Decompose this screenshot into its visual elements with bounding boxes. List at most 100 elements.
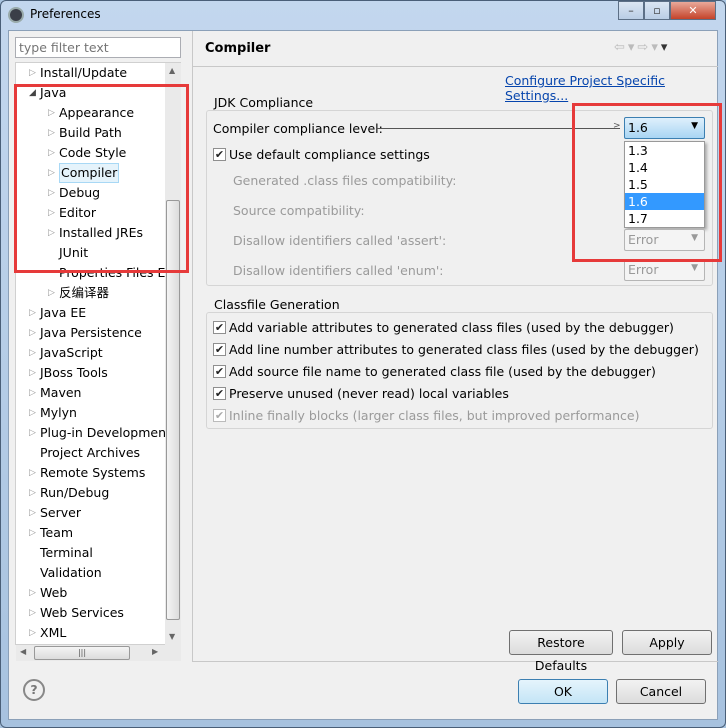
compliance-level-label: Compiler compliance level: (213, 121, 383, 136)
collapsed-arrow-icon[interactable]: ▷ (29, 303, 36, 323)
header-separator (193, 66, 718, 67)
tree-item[interactable]: ▷ JBoss Tools (16, 363, 180, 383)
collapsed-arrow-icon[interactable]: ▷ (29, 463, 36, 483)
classfile-checkbox[interactable]: ✔ (213, 321, 226, 334)
window-title: Preferences (30, 7, 101, 21)
configure-project-settings-link[interactable]: Configure Project Specific Settings... (505, 73, 726, 103)
view-menu-icon[interactable]: ▾ (661, 40, 671, 55)
tree-item[interactable]: ▷ Server (16, 503, 180, 523)
tree-item[interactable]: ▷ Java EE (16, 303, 180, 323)
tree-item-label: Java Persistence (40, 325, 142, 340)
tree-item-label: Java EE (40, 305, 87, 320)
collapsed-arrow-icon[interactable]: ▷ (29, 483, 36, 503)
enum-combo[interactable]: Error ▼ (624, 259, 705, 281)
tree-item[interactable]: Validation (16, 563, 180, 583)
help-icon[interactable]: ? (23, 679, 45, 701)
highlight-box (572, 103, 722, 262)
tree-item-label: Web Services (40, 605, 124, 620)
tree-item[interactable]: ▷ Install/Update (16, 63, 180, 83)
tree-item[interactable]: ▷ JavaScript (16, 343, 180, 363)
jdk-compliance-label: JDK Compliance (213, 95, 315, 110)
classfile-checkbox[interactable]: ✔ (213, 409, 226, 422)
tree-item-label: 反编译器 (59, 285, 110, 300)
collapsed-arrow-icon[interactable]: ▷ (29, 523, 36, 543)
tree-item-label: Run/Debug (40, 485, 110, 500)
apply-button[interactable]: Apply (622, 630, 712, 655)
classfile-checkbox[interactable]: ✔ (213, 365, 226, 378)
use-default-checkbox[interactable]: ✔ (213, 148, 226, 161)
tree-item[interactable]: ▷ Java Persistence (16, 323, 180, 343)
chevron-down-icon: ▼ (691, 263, 698, 273)
ok-button[interactable]: OK (518, 679, 608, 704)
use-default-label: Use default compliance settings (229, 147, 430, 162)
cancel-button[interactable]: Cancel (616, 679, 706, 704)
highlight-box (14, 84, 189, 273)
filter-input[interactable] (15, 37, 181, 58)
restore-defaults-button[interactable]: Restore Defaults (509, 630, 613, 673)
tree-item-label: Project Archives (40, 445, 141, 460)
tree-item[interactable]: Project Archives (16, 443, 180, 463)
maximize-button[interactable]: ▫ (644, 1, 670, 20)
tree-item[interactable]: ▷ Team (16, 523, 180, 543)
scroll-left-icon[interactable]: ◀ (20, 647, 26, 656)
tree-item-label: Maven (40, 385, 82, 400)
scroll-up-icon[interactable]: ▲ (169, 66, 175, 75)
classfile-option-label: Preserve unused (never read) local varia… (229, 386, 509, 401)
classfile-option-label: Add variable attributes to generated cla… (229, 320, 674, 335)
tree-item-label: Terminal (40, 545, 93, 560)
collapsed-arrow-icon[interactable]: ▷ (29, 363, 36, 383)
tree-item-label: Web (40, 585, 68, 600)
tree-item-label: Server (40, 505, 81, 520)
scroll-right-icon[interactable]: ▶ (152, 647, 158, 656)
collapsed-arrow-icon[interactable]: ▷ (29, 503, 36, 523)
classfile-option-label: Add line number attributes to generated … (229, 342, 699, 357)
tree-item[interactable]: ▷ Mylyn (16, 403, 180, 423)
tree-item-label: Plug-in Development (40, 425, 171, 440)
back-icon[interactable]: ⇦▾ (614, 40, 637, 55)
tree-item-label: Validation (40, 565, 102, 580)
tree-item-label: Mylyn (40, 405, 77, 420)
tree-item[interactable]: ▷ 反编译器 (16, 283, 180, 303)
classfile-option-label: Add source file name to generated class … (229, 364, 656, 379)
tree-item-label: Remote Systems (40, 465, 146, 480)
classfile-checkbox[interactable]: ✔ (213, 343, 226, 356)
classfile-checkbox[interactable]: ✔ (213, 387, 226, 400)
collapsed-arrow-icon[interactable]: ▷ (29, 383, 36, 403)
tree-item[interactable]: ▷ XML (16, 623, 180, 643)
enum-label: Disallow identifiers called 'enum': (233, 263, 444, 278)
eclipse-icon (8, 7, 24, 23)
collapsed-arrow-icon[interactable]: ▷ (29, 403, 36, 423)
scroll-down-icon[interactable]: ▼ (169, 632, 175, 641)
generated-compat-label: Generated .class files compatibility: (233, 173, 457, 188)
tree-item-label: JBoss Tools (40, 365, 108, 380)
panel-divider[interactable] (192, 31, 193, 662)
page-title: Compiler (205, 41, 271, 56)
collapsed-arrow-icon[interactable]: ▷ (29, 323, 36, 343)
horizontal-scroll-thumb[interactable]: ||| (34, 646, 130, 660)
tree-item[interactable]: ▷ Plug-in Development (16, 423, 180, 443)
minimize-button[interactable]: – (618, 1, 644, 20)
collapsed-arrow-icon[interactable]: ▷ (29, 623, 36, 643)
collapsed-arrow-icon[interactable]: ▷ (29, 63, 36, 83)
tree-item[interactable]: ▷ Web Services (16, 603, 180, 623)
assert-label: Disallow identifiers called 'assert': (233, 233, 447, 248)
tree-item-label: Team (40, 525, 74, 540)
collapsed-arrow-icon[interactable]: ▷ (29, 423, 36, 443)
collapsed-arrow-icon[interactable]: ▷ (48, 283, 55, 303)
footer-separator (193, 661, 718, 662)
tree-item[interactable]: ▷ Run/Debug (16, 483, 180, 503)
tree-item-label: XML (40, 625, 67, 640)
close-button[interactable]: ✕ (670, 1, 716, 20)
tree-item[interactable]: ▷ Web (16, 583, 180, 603)
tree-item[interactable]: ▷ Maven (16, 383, 180, 403)
tree-item[interactable]: Terminal (16, 543, 180, 563)
tree-item-label: Install/Update (40, 65, 128, 80)
history-nav[interactable]: ⇦▾⇨▾▾ (614, 40, 670, 55)
forward-icon[interactable]: ⇨▾ (637, 40, 660, 55)
collapsed-arrow-icon[interactable]: ▷ (29, 583, 36, 603)
tree-item[interactable]: ▷ Remote Systems (16, 463, 180, 483)
classfile-label: Classfile Generation (213, 297, 341, 312)
collapsed-arrow-icon[interactable]: ▷ (29, 343, 36, 363)
classfile-option-label: Inline finally blocks (larger class file… (229, 408, 640, 423)
collapsed-arrow-icon[interactable]: ▷ (29, 603, 36, 623)
